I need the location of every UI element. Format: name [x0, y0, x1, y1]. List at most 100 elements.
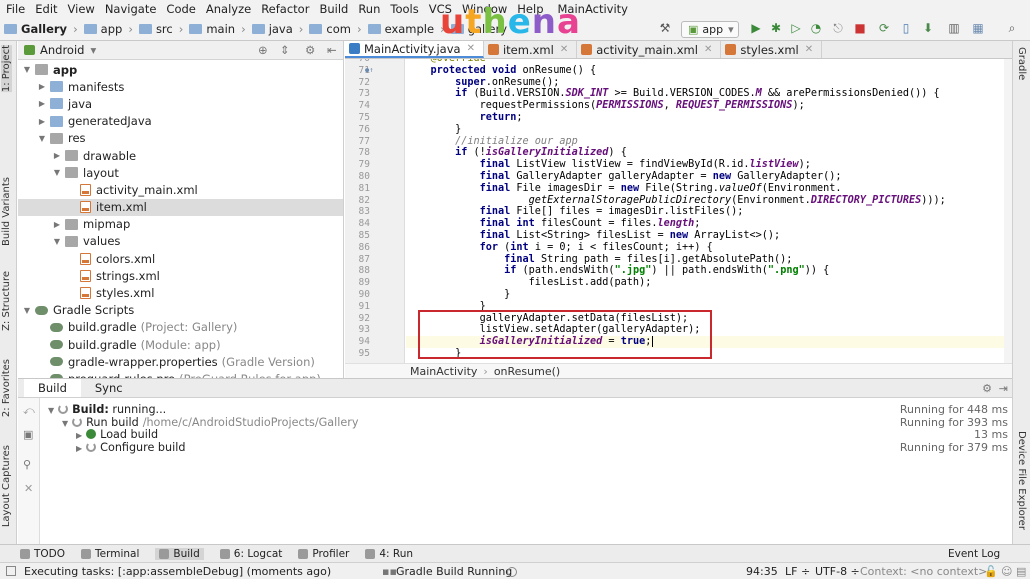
caret-position[interactable]: 94:35 [746, 565, 778, 578]
chevron-down-icon[interactable]: ▼ [52, 237, 62, 246]
build-tree-row[interactable]: ▼ Build: running... [48, 403, 166, 416]
menu-code[interactable]: Code [162, 2, 201, 16]
status-message[interactable]: Executing tasks: [:app:assembleDebug] (m… [24, 565, 331, 578]
breadcrumb-method[interactable]: onResume() [494, 365, 560, 378]
tree-item[interactable]: styles.xml [18, 284, 343, 301]
nav-crumb-com[interactable]: com › [309, 22, 362, 36]
layout-inspector-icon[interactable]: ▦ [970, 20, 986, 36]
inspector-icon[interactable]: ☺ [1001, 565, 1012, 578]
editor-scrollbar[interactable] [1004, 59, 1012, 363]
nav-crumb-main[interactable]: main › [189, 22, 246, 36]
tree-item[interactable]: ▼ app [18, 61, 343, 78]
code-line[interactable]: protected void onResume() { [406, 65, 1006, 77]
code-line[interactable]: final File[] files = imagesDir.listFiles… [406, 206, 1006, 218]
close-icon[interactable]: ✕ [805, 44, 813, 55]
nav-crumb-src[interactable]: src › [138, 22, 183, 36]
search-icon[interactable]: ⌕ [1004, 20, 1020, 36]
attach-debugger-icon[interactable]: ⎋ [830, 20, 846, 36]
tree-item[interactable]: ▶ java [18, 95, 343, 112]
nav-crumb-java[interactable]: java › [251, 22, 303, 36]
toggle-view-icon[interactable]: ▣ [23, 428, 33, 441]
rerun-icon[interactable]: ⤺ [23, 404, 35, 418]
locate-icon[interactable]: ⊕ [258, 43, 268, 57]
avd-manager-icon[interactable]: ▯ [898, 20, 914, 36]
chevron-down-icon[interactable]: ▼ [52, 168, 62, 177]
cancel-progress-icon[interactable] [507, 567, 517, 577]
code-line[interactable]: final String path = files[i].getAbsolute… [406, 254, 1006, 266]
nav-crumb-app[interactable]: app › [83, 22, 133, 36]
tree-item[interactable]: strings.xml [18, 267, 343, 284]
nav-crumb-gallery[interactable]: Gallery › [4, 22, 78, 36]
device-icon[interactable]: ▥ [946, 20, 962, 36]
close-icon[interactable]: ✕ [560, 44, 568, 55]
tool-window-2-favorites[interactable]: 2: Favorites [1, 359, 12, 417]
status-toggle-icon[interactable] [6, 566, 16, 576]
close-icon[interactable]: ✕ [24, 482, 33, 495]
menu-refactor[interactable]: Refactor [257, 2, 315, 16]
tool-window-6-logcat[interactable]: 6: Logcat [219, 548, 282, 560]
tree-item[interactable]: item.xml [18, 198, 343, 216]
code-line[interactable]: super.onResume(); [406, 77, 1006, 89]
code-line[interactable]: final GalleryAdapter galleryAdapter = ne… [406, 171, 1006, 183]
code-line[interactable]: } [406, 124, 1006, 136]
menu-navigate[interactable]: Navigate [101, 2, 163, 16]
close-icon[interactable]: ✕ [704, 44, 712, 55]
tool-window-gradle[interactable]: Gradle [1016, 47, 1027, 80]
tool-window-event-log[interactable]: Event Log [948, 548, 1000, 560]
build-tree-row[interactable]: ▶ Configure build [76, 441, 185, 454]
close-icon[interactable]: ✕ [467, 43, 475, 54]
chevron-right-icon[interactable]: ▶ [37, 117, 47, 126]
menu-file[interactable]: File [2, 2, 31, 16]
tree-item[interactable]: ▶ generatedJava [18, 113, 343, 130]
tree-item[interactable]: activity_main.xml [18, 181, 343, 198]
tab-styles-xml[interactable]: styles.xml ✕ [721, 41, 823, 58]
chevron-down-icon[interactable]: ▶ [76, 431, 82, 440]
build-tree-row[interactable]: ▼ Run build/home/c/AndroidStudioProjects/… [62, 416, 358, 429]
tool-window-build[interactable]: Build [155, 547, 204, 560]
gear-icon[interactable]: ⚙ [305, 43, 315, 57]
code-line[interactable]: } [406, 289, 1006, 301]
code-line[interactable]: requestPermissions(PERMISSIONS, REQUEST_… [406, 100, 1006, 112]
tab-mainactivity-java[interactable]: MainActivity.java ✕ [345, 41, 484, 58]
tree-item[interactable]: ▼ Gradle Scripts [18, 302, 343, 319]
breadcrumb-class[interactable]: MainActivity [410, 365, 477, 378]
tree-item[interactable]: colors.xml [18, 250, 343, 267]
menu-analyze[interactable]: Analyze [202, 2, 257, 16]
coverage-icon[interactable]: ▷ [788, 20, 804, 36]
tree-item[interactable]: build.gradle (Module: app) [18, 336, 343, 353]
gradle-sync-icon[interactable]: ⟳ [876, 20, 892, 36]
chevron-right-icon[interactable]: ▶ [52, 151, 62, 160]
code-line[interactable]: if (path.endsWith(".jpg") || path.endsWi… [406, 265, 1006, 277]
status-progress-text[interactable]: Gradle Build Running [396, 565, 512, 578]
code-line[interactable]: final ListView listView = findViewById(R… [406, 159, 1006, 171]
line-separator[interactable]: LF ÷ [785, 565, 810, 578]
tool-window-1-project[interactable]: 1: Project [1, 45, 12, 93]
gear-icon[interactable]: ⚙ [982, 382, 992, 395]
code-line[interactable]: //initialize our app [406, 136, 1006, 148]
tree-item[interactable]: gradle-wrapper.properties (Gradle Version… [18, 353, 343, 370]
chevron-down-icon[interactable]: ▼ [37, 134, 47, 143]
menu-view[interactable]: View [64, 2, 101, 16]
tree-item[interactable]: ▶ manifests [18, 78, 343, 95]
tree-item[interactable]: ▶ mipmap [18, 216, 343, 233]
tool-window-layout-captures[interactable]: Layout Captures [1, 445, 12, 527]
tab-sync[interactable]: Sync [81, 379, 137, 397]
run-icon[interactable]: ▶ [748, 20, 764, 36]
chevron-right-icon[interactable]: ▶ [52, 220, 62, 229]
tab-item-xml[interactable]: item.xml ✕ [484, 41, 578, 58]
code-line[interactable]: final List<String> filesList = new Array… [406, 230, 1006, 242]
tool-window-terminal[interactable]: Terminal [81, 548, 139, 560]
chevron-down-icon[interactable]: ▼ [22, 65, 32, 74]
tool-window-profiler[interactable]: Profiler [298, 548, 349, 560]
code-line[interactable]: getExternalStoragePublicDirectory(Enviro… [406, 195, 1006, 207]
notifications-icon[interactable]: ▤ [1016, 565, 1026, 578]
profile-icon[interactable]: ◔ [808, 20, 824, 36]
chevron-right-icon[interactable]: ▶ [37, 99, 47, 108]
build-hammer-icon[interactable]: ⚒ [657, 20, 673, 36]
override-icon[interactable]: ●↑ [365, 65, 373, 77]
chevron-down-icon[interactable]: ▼ [48, 406, 54, 415]
sdk-manager-icon[interactable]: ⬇ [920, 20, 936, 36]
pin-icon[interactable]: ⚲ [23, 458, 31, 471]
tree-item[interactable]: ▼ res [18, 130, 343, 147]
code-line[interactable]: return; [406, 112, 1006, 124]
